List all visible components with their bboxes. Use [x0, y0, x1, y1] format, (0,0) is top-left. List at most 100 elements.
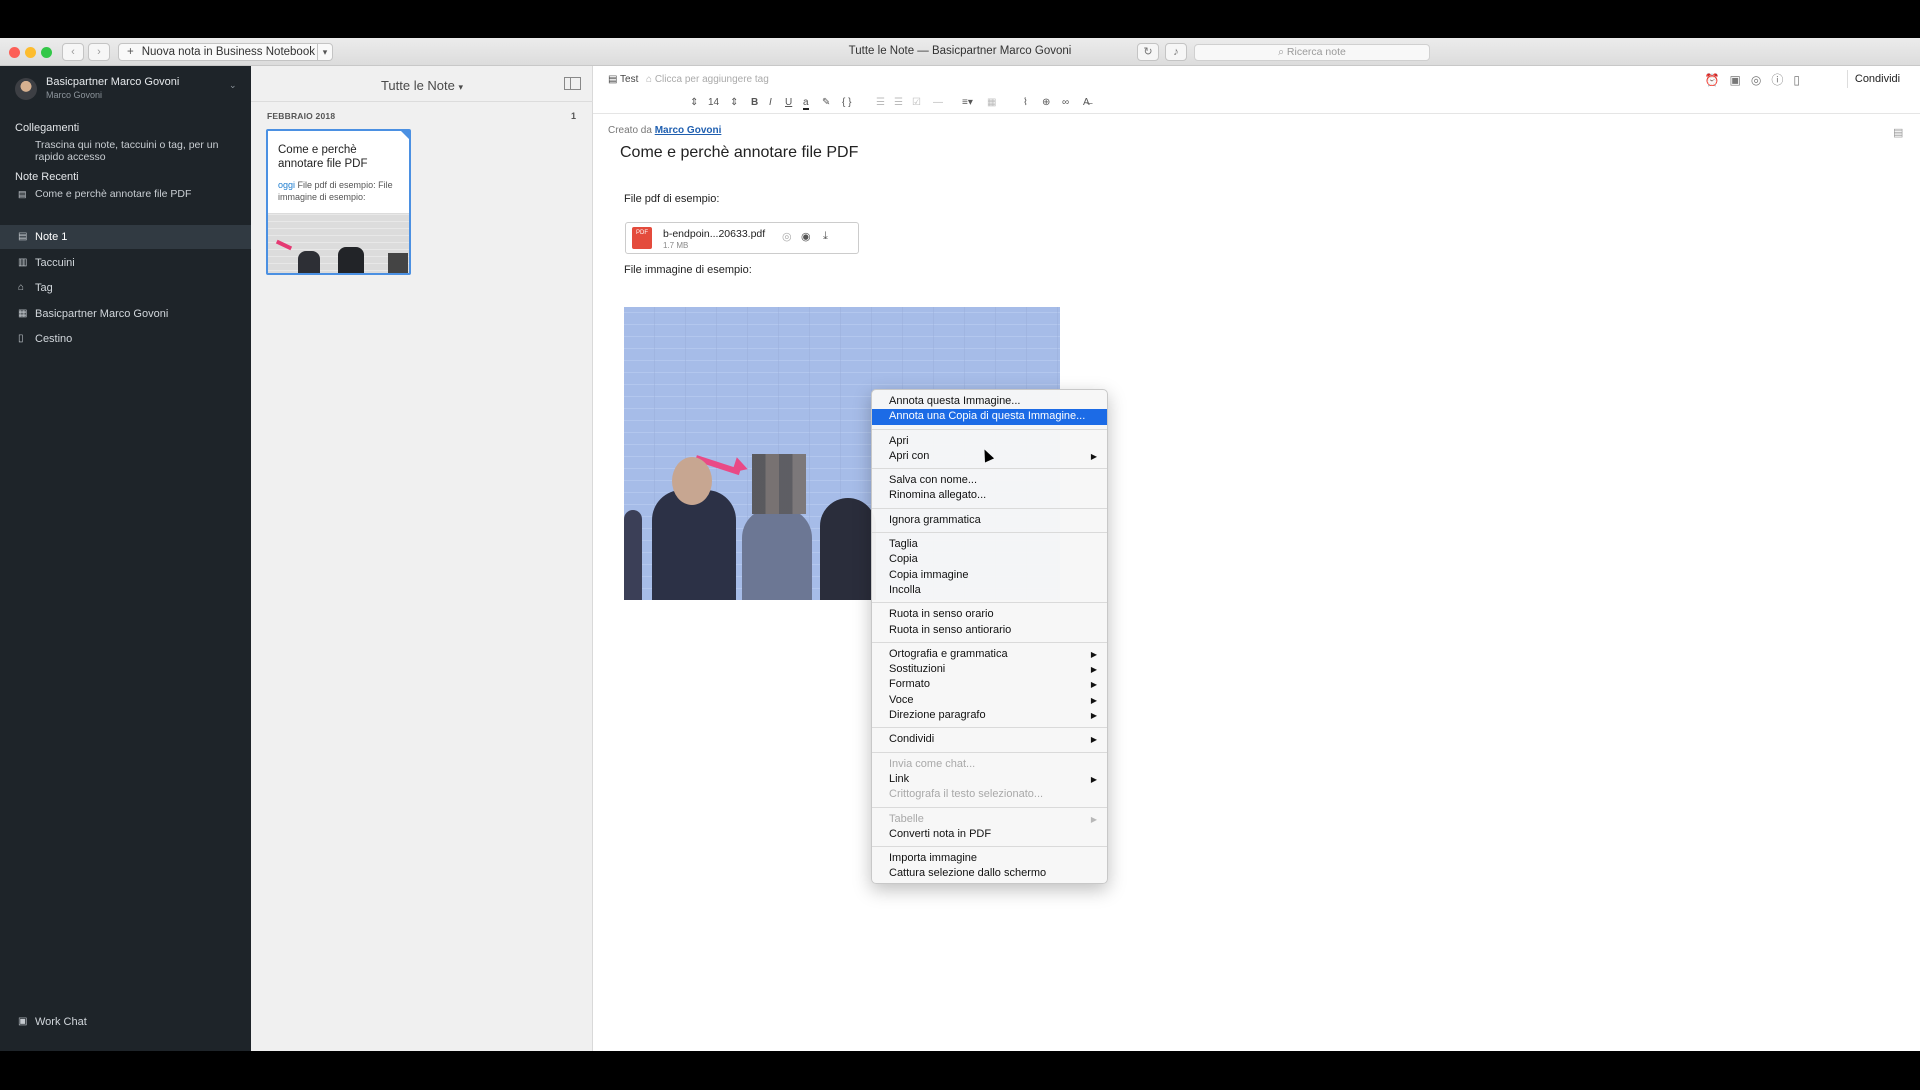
menu-item-label: Tabelle: [889, 812, 924, 825]
bulleted-list-icon[interactable]: ☰: [876, 97, 885, 108]
search-placeholder: Ricerca note: [1286, 46, 1346, 58]
tag-placeholder: Clicca per aggiungere tag: [654, 74, 769, 85]
notebook-icon: ▤: [608, 74, 621, 85]
code-block-icon[interactable]: { }: [842, 97, 851, 108]
menu-item-label: Annota questa Immagine...: [889, 395, 1021, 407]
new-note-dropdown-button[interactable]: ▾: [317, 43, 333, 61]
bold-icon[interactable]: B: [751, 97, 758, 108]
record-icon[interactable]: ⊕: [1042, 97, 1050, 108]
notifications-button[interactable]: ♪: [1165, 43, 1187, 61]
context-menu-item[interactable]: Voce ▶: [872, 693, 1107, 708]
context-menu-item[interactable]: Taglia: [872, 537, 1107, 552]
note-info-icon[interactable]: ▤: [1893, 126, 1903, 139]
highlight-icon[interactable]: ✎: [822, 97, 830, 108]
font-family-stepper-icon[interactable]: ⇕: [690, 97, 698, 108]
context-menu-item[interactable]: Converti nota in PDF: [872, 827, 1107, 842]
sidebar-item-tags[interactable]: ⌂ Tag: [0, 276, 251, 300]
image-person: [742, 508, 812, 600]
context-menu-item[interactable]: Annota questa Immagine...: [872, 394, 1107, 409]
font-size-value[interactable]: 14: [708, 97, 719, 108]
minimize-window-button[interactable]: [25, 47, 36, 58]
context-menu-item[interactable]: Ortografia e grammatica ▶: [872, 647, 1107, 662]
note-card-thumbnail: [268, 213, 409, 273]
notebook-selector[interactable]: ▤ Test: [608, 74, 638, 85]
account-name[interactable]: Basicpartner Marco Govoni: [46, 76, 179, 88]
forward-button[interactable]: ›: [88, 43, 110, 61]
italic-icon[interactable]: I: [769, 97, 772, 108]
align-icon[interactable]: ≡▾: [962, 97, 973, 108]
menu-separator: [872, 727, 1107, 729]
note-card-snippet-text: File pdf di esempio: File immagine di es…: [278, 180, 393, 202]
context-menu-item[interactable]: Ignora grammatica: [872, 513, 1107, 528]
note-title[interactable]: Come e perchè annotare file PDF: [620, 144, 858, 162]
work-chat-button[interactable]: ▣ Work Chat: [0, 1010, 251, 1034]
trash-icon[interactable]: ▯: [1793, 73, 1810, 87]
context-menu-item[interactable]: Link ▶: [872, 772, 1107, 787]
checklist-icon[interactable]: ☑: [912, 97, 921, 108]
image-person: [624, 510, 642, 600]
pdf-attachment[interactable]: PDF b-endpoin...20633.pdf 1.7 MB ◎ ◉ ⤓: [625, 222, 859, 254]
recent-note-link[interactable]: ▤ Come e perchè annotare file PDF: [18, 188, 191, 200]
notebook-label: Test: [620, 74, 639, 85]
table-icon[interactable]: ▦: [987, 97, 996, 108]
present-icon[interactable]: ▣: [1730, 73, 1751, 87]
share-button[interactable]: Condividi: [1847, 70, 1907, 88]
note-icon: ▤: [18, 231, 28, 242]
new-note-button[interactable]: + Nuova nota in Business Notebook: [118, 43, 318, 61]
link-icon[interactable]: ∞: [1062, 97, 1069, 108]
menu-separator: [872, 532, 1107, 534]
account-username: Marco Govoni: [46, 90, 103, 100]
avatar[interactable]: [15, 78, 37, 100]
tag-icon: ⌂: [18, 282, 25, 293]
context-menu-item[interactable]: Condividi ▶: [872, 732, 1107, 747]
back-button[interactable]: ‹: [62, 43, 84, 61]
divider-icon[interactable]: —: [933, 97, 943, 108]
text-color-icon[interactable]: a: [803, 97, 809, 110]
note-list-title[interactable]: Tutte le Note ▾: [251, 78, 593, 93]
underline-icon[interactable]: U: [785, 97, 792, 108]
note-paragraph[interactable]: File pdf di esempio:: [624, 193, 719, 205]
context-menu-item[interactable]: Copia: [872, 552, 1107, 567]
context-menu-item[interactable]: Formato ▶: [872, 677, 1107, 692]
context-menu-item[interactable]: Rinomina allegato...: [872, 488, 1107, 503]
context-menu-item[interactable]: Ruota in senso antiorario: [872, 623, 1107, 638]
context-menu-item[interactable]: Ruota in senso orario: [872, 607, 1107, 622]
account-chevron-icon[interactable]: ⌄: [229, 80, 237, 91]
image-person: [820, 498, 876, 600]
sync-button[interactable]: ↻: [1137, 43, 1159, 61]
preview-eye-icon[interactable]: ◉: [801, 230, 811, 243]
view-toggle-icon[interactable]: [564, 77, 581, 90]
context-menu-item[interactable]: Salva con nome...: [872, 473, 1107, 488]
menu-item-label: Direzione paragrafo: [889, 709, 986, 722]
chat-icon: ▣: [18, 1016, 28, 1027]
plus-icon: +: [127, 46, 134, 58]
sidebar-item-trash[interactable]: ▯ Cestino: [0, 327, 251, 351]
numbered-list-icon[interactable]: ☰: [894, 97, 903, 108]
tag-input[interactable]: ⌂ Clicca per aggiungere tag: [646, 74, 769, 85]
search-input[interactable]: ⌕ Ricerca note: [1194, 44, 1430, 61]
more-formatting-icon[interactable]: A̶: [1083, 97, 1090, 108]
maximize-window-button[interactable]: [41, 47, 52, 58]
sidebar-item-notes[interactable]: ▤ Note 1: [0, 225, 251, 249]
attach-icon[interactable]: ⌇: [1023, 97, 1028, 108]
chat-icon[interactable]: ◎: [1751, 73, 1771, 87]
note-paragraph[interactable]: File immagine di esempio:: [624, 264, 752, 276]
context-menu-item[interactable]: Sostituzioni ▶: [872, 662, 1107, 677]
download-icon[interactable]: ⤓: [823, 230, 828, 243]
annotate-icon[interactable]: ◎: [782, 230, 792, 243]
context-menu-item[interactable]: Annota una Copia di questa Immagine...: [872, 409, 1107, 425]
sidebar-item-notebooks[interactable]: ▥ Taccuini: [0, 251, 251, 275]
context-menu-item[interactable]: Cattura selezione dallo schermo: [872, 866, 1107, 881]
context-menu-item[interactable]: Copia immagine: [872, 568, 1107, 583]
sidebar-item-business[interactable]: ▦ Basicpartner Marco Govoni: [0, 302, 251, 326]
created-by-link[interactable]: Marco Govoni: [655, 125, 722, 136]
note-card[interactable]: Come e perchè annotare file PDF oggi Fil…: [266, 129, 411, 275]
context-menu-item[interactable]: Direzione paragrafo ▶: [872, 708, 1107, 723]
info-icon[interactable]: ⓘ: [1771, 73, 1793, 87]
font-size-stepper-icon[interactable]: ⇕: [730, 97, 738, 108]
close-window-button[interactable]: [9, 47, 20, 58]
context-menu-item[interactable]: Incolla: [872, 583, 1107, 598]
reminder-icon[interactable]: ⏰: [1705, 73, 1730, 87]
context-menu-item[interactable]: Apri: [872, 434, 1107, 449]
context-menu-item[interactable]: Importa immagine: [872, 851, 1107, 866]
